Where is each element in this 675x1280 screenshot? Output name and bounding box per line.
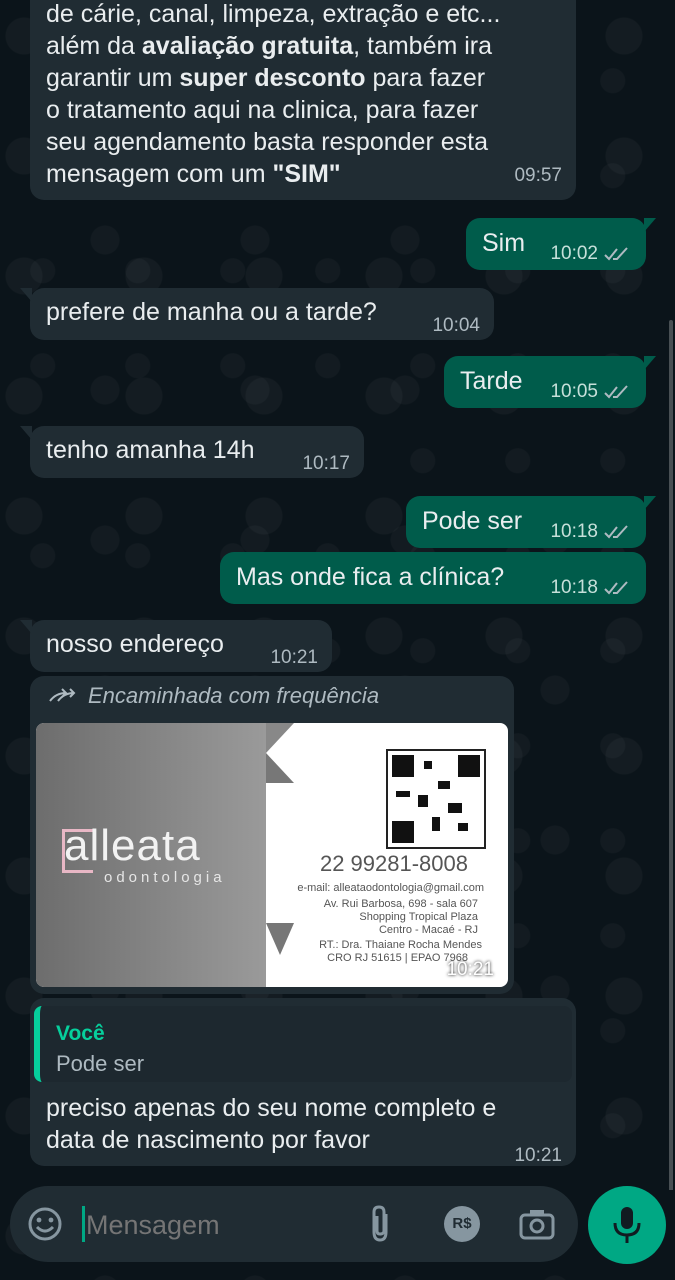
message-text: Sim [482, 229, 526, 257]
message-time: 10:21 [514, 1145, 562, 1166]
quote-author: Você [56, 1022, 105, 1045]
payment-label: R$ [452, 1215, 472, 1232]
message-time: 10:02 [550, 243, 598, 264]
qr-code [386, 749, 486, 849]
forwarded-label: Encaminhada com frequência [48, 680, 379, 712]
brand-subtitle: odontologia [104, 869, 226, 886]
incoming-reply-message[interactable]: Você Pode ser preciso apenas do seu nome… [30, 998, 576, 1166]
message-line: garantir um super desconto para fazer [46, 64, 486, 92]
card-phone: 22 99281-8008 [319, 851, 468, 876]
double-check-icon [604, 525, 628, 539]
double-check-icon [604, 581, 628, 595]
message-text: prefere de manha ou a tarde? [46, 298, 377, 326]
card-address-3: Centro - Macaé - RJ [378, 924, 478, 936]
outgoing-message[interactable]: Tarde 10:05 [444, 356, 656, 408]
quoted-message[interactable]: Você Pode ser [34, 1006, 572, 1082]
forward-arrows-icon [49, 688, 76, 702]
message-text: Pode ser [422, 507, 523, 535]
quote-text: Pode ser [56, 1051, 145, 1076]
card-email: e-mail: alleataodontologia@gmail.com [297, 882, 484, 894]
message-line: seu agendamento basta responder esta [46, 128, 488, 156]
message-time: 09:57 [514, 165, 562, 186]
message-text: tenho amanha 14h [46, 436, 255, 464]
message-text: Tarde [460, 367, 523, 395]
message-time: 10:17 [302, 453, 350, 474]
message-time: 10:04 [432, 315, 480, 336]
payment-icon[interactable]: R$ [444, 1206, 480, 1242]
chat-area[interactable]: de cárie, canal, limpeza, extração e etc… [0, 0, 675, 1190]
message-line: preciso apenas do seu nome completo e [46, 1094, 497, 1122]
message-line: além da avaliação gratuita, também ira [46, 32, 493, 60]
brand-logo: alleata [64, 821, 201, 870]
message-line: mensagem com um "SIM" [46, 160, 341, 188]
message-line: de cárie, canal, limpeza, extração e etc… [46, 0, 501, 28]
message-text: nosso endereço [46, 630, 224, 658]
message-line: data de nascimento por favor [46, 1126, 370, 1154]
incoming-message[interactable]: tenho amanha 14h 10:17 [20, 426, 364, 478]
card-rt: RT.: Dra. Thaiane Rocha Mendes [319, 939, 482, 951]
paperclip-icon[interactable] [368, 1204, 394, 1244]
message-time: 10:21 [270, 647, 318, 668]
message-input[interactable] [84, 1200, 348, 1250]
message-line: o tratamento aqui na clinica, para fazer [46, 96, 479, 124]
scrollbar[interactable] [669, 320, 673, 1190]
double-check-icon [604, 385, 628, 399]
outgoing-message[interactable]: Sim 10:02 [466, 218, 656, 270]
incoming-message[interactable]: prefere de manha ou a tarde? 10:04 [20, 288, 494, 340]
camera-icon[interactable] [519, 1208, 555, 1240]
emoji-icon[interactable] [26, 1205, 64, 1243]
microphone-icon [613, 1207, 641, 1243]
incoming-message[interactable]: de cárie, canal, limpeza, extração e etc… [30, 0, 576, 200]
message-time: 10:18 [550, 521, 598, 542]
card-address-2: Shopping Tropical Plaza [359, 911, 478, 923]
outgoing-message[interactable]: Pode ser 10:18 [406, 496, 656, 548]
message-time: 10:21 [446, 959, 494, 980]
mic-button[interactable] [588, 1186, 666, 1264]
business-card-image[interactable]: alleata odontologia 22 99281-8008 e-mail… [36, 723, 508, 987]
message-time: 10:18 [550, 577, 598, 598]
message-text: Mas onde fica a clínica? [236, 563, 505, 591]
card-address-1: Av. Rui Barbosa, 698 - sala 607 [323, 898, 478, 910]
outgoing-message[interactable]: Mas onde fica a clínica? 10:18 [220, 552, 646, 604]
incoming-message[interactable]: nosso endereço 10:21 [20, 620, 332, 672]
double-check-icon [604, 247, 628, 261]
message-composer[interactable]: R$ [10, 1186, 578, 1262]
message-time: 10:05 [550, 381, 598, 402]
